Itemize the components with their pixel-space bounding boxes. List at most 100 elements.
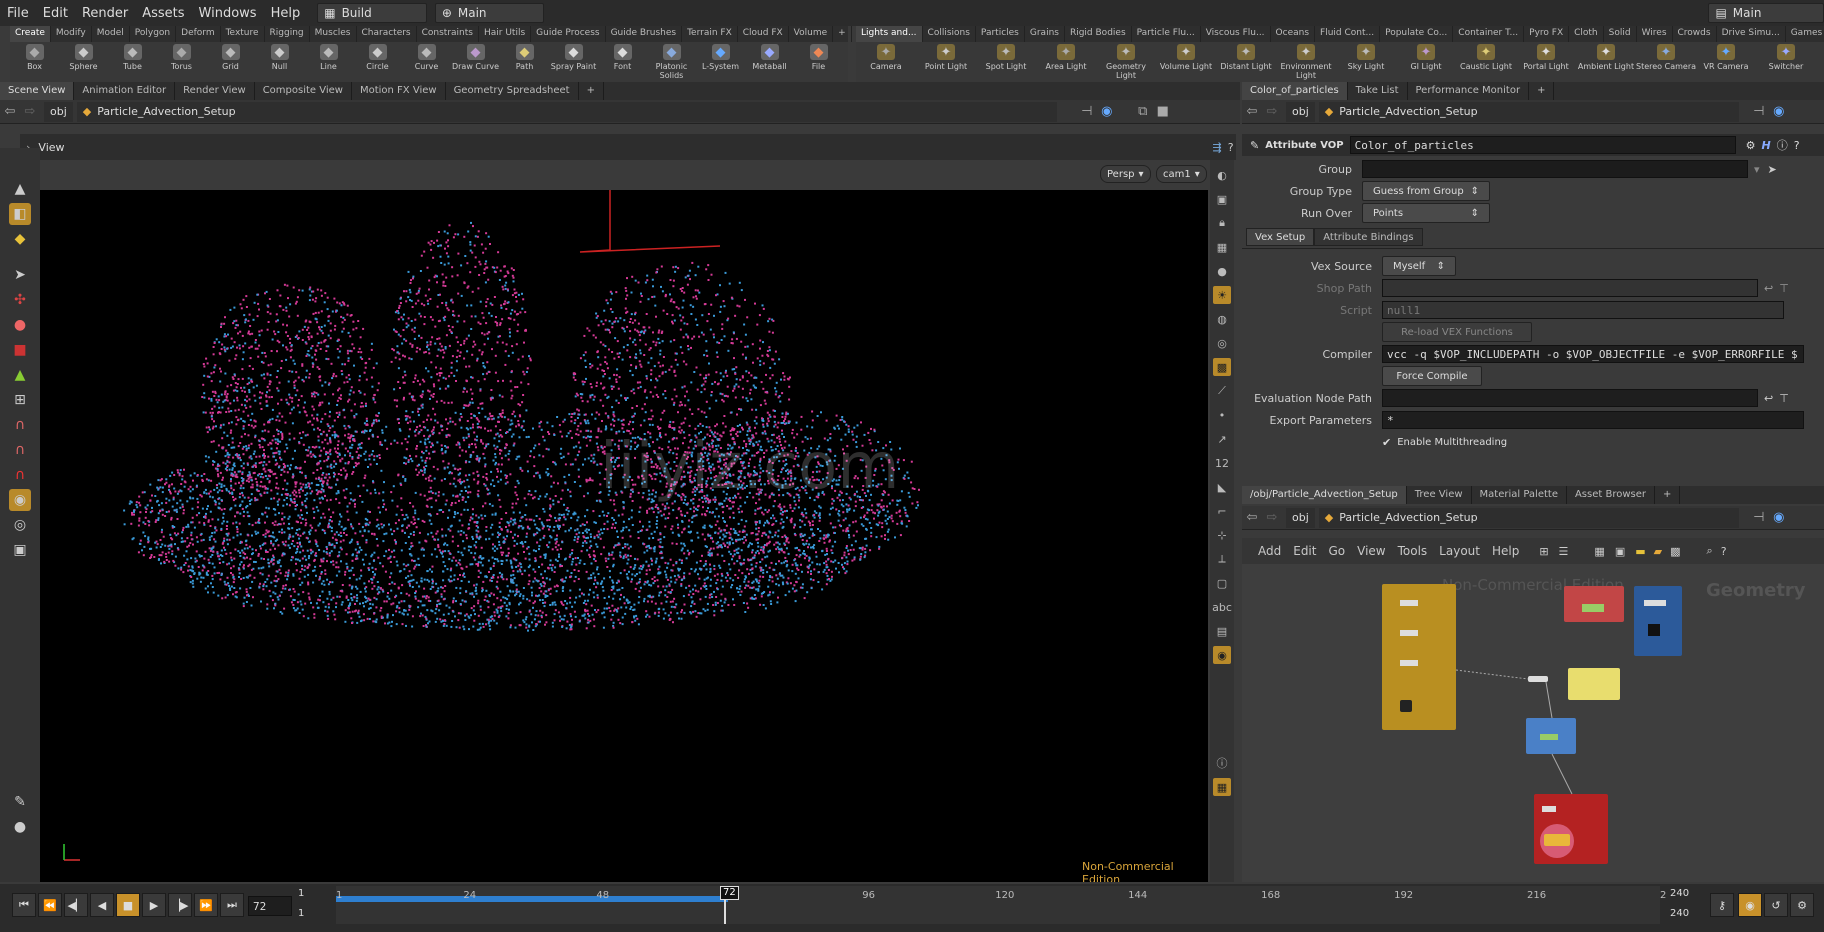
render-region-icon[interactable]: ▣ (9, 539, 31, 561)
pin-icon[interactable]: ⊣ (1077, 104, 1097, 119)
geometry-icon[interactable]: ▣ (1213, 190, 1231, 208)
path-obj[interactable]: obj (44, 101, 73, 122)
tool-spray-paint[interactable]: ◆ Spray Paint (549, 42, 598, 82)
shelf-tab[interactable]: Crowds (1673, 26, 1717, 42)
shelf-tab[interactable]: Lights and... (856, 26, 923, 42)
shelf-tab[interactable]: Create (10, 26, 51, 42)
snapshot-icon[interactable]: ▦ (1213, 778, 1231, 796)
shelf-tab[interactable]: Constraints (417, 26, 479, 42)
tool-spot-light[interactable]: ✦ Spot Light (976, 42, 1036, 82)
numbers-icon[interactable]: 12 (1213, 454, 1231, 472)
image-icon[interactable]: ▩ (1670, 545, 1680, 558)
view-label[interactable]: View (38, 141, 64, 154)
shelf-tab[interactable]: Oceans (1271, 26, 1316, 42)
shelf-tab[interactable]: Volume (789, 26, 834, 42)
network-graph[interactable]: Non-Commercial Edition Geometry (1242, 564, 1824, 882)
jump-icon[interactable]: ↩ (1764, 282, 1773, 295)
tab-animation-editor[interactable]: Animation Editor (74, 82, 176, 100)
shelf-tab[interactable]: Wires (1637, 26, 1673, 42)
force-compile-button[interactable]: Force Compile (1382, 366, 1482, 386)
magnet-icon[interactable]: ∩ (9, 414, 31, 436)
add-tab-button[interactable]: + (579, 82, 604, 100)
main-select[interactable]: ⊕ Main (434, 3, 545, 23)
tab-geometry-spreadsheet[interactable]: Geometry Spreadsheet (446, 82, 579, 100)
tab-color-of-particles[interactable]: Color_of_particles (1242, 82, 1348, 100)
link-icon[interactable]: ◉ (1769, 104, 1789, 119)
select-arrow-icon[interactable]: ➤ (9, 264, 31, 286)
shelf-tab[interactable]: Grains (1025, 26, 1065, 42)
snap-icon[interactable]: ∩ (9, 439, 31, 461)
menu-edit[interactable]: Edit (1293, 544, 1316, 558)
tool-path[interactable]: ◆ Path (500, 42, 549, 82)
tool-distant-light[interactable]: ✦ Distant Light (1216, 42, 1276, 82)
menu-tools[interactable]: Tools (1398, 544, 1428, 558)
node-select-icon[interactable]: ⊤ (1779, 392, 1789, 405)
pane-options-icon[interactable]: ⧉ (1133, 104, 1153, 119)
shelf-tab[interactable]: Texture (221, 26, 265, 42)
edge-icon[interactable]: ⌐ (1213, 502, 1231, 520)
move-icon[interactable]: ✣ (9, 289, 31, 311)
tab-attribute-bindings[interactable]: Attribute Bindings (1314, 228, 1423, 246)
link-icon[interactable]: ◉ (1097, 104, 1117, 119)
scene-viewport[interactable]: iiiyiz.com Non-Commercial Edition (40, 190, 1208, 882)
node-select-icon[interactable]: ⊤ (1779, 282, 1789, 295)
shelf-tab[interactable]: Collisions (923, 26, 976, 42)
back-arrow-icon[interactable]: ⇦ (1242, 510, 1262, 525)
right-main-select[interactable]: ▤ Main (1708, 3, 1824, 23)
tab-scene-view[interactable]: Scene View (0, 82, 75, 100)
menu-assets[interactable]: Assets (135, 6, 191, 21)
tag-icon[interactable]: ◆ (9, 228, 31, 250)
help-icon[interactable]: ? (1228, 141, 1234, 154)
loop-icon[interactable]: ↺ (1764, 893, 1788, 917)
folder-icon[interactable]: ▰ (1654, 545, 1662, 558)
step-back-icon[interactable]: ◀▏ (64, 893, 88, 917)
paint-icon[interactable]: ✎ (9, 791, 31, 813)
shading-icon[interactable]: ▩ (1213, 358, 1231, 376)
tab-tree-view[interactable]: Tree View (1407, 486, 1472, 504)
abc-icon[interactable]: abc (1212, 598, 1232, 616)
grid-icon[interactable]: ⊞ (1539, 545, 1548, 558)
tool-torus[interactable]: ◆ Torus (157, 42, 206, 82)
help-h-icon[interactable]: H (1761, 139, 1770, 152)
reload-vex-button[interactable]: Re-load VEX Functions (1382, 322, 1532, 342)
checkbox-checked-icon[interactable]: ✔ (1382, 436, 1391, 449)
export-field[interactable]: * (1382, 411, 1804, 429)
tab-vex-setup[interactable]: Vex Setup (1246, 228, 1315, 246)
snap-grid-icon[interactable]: ⊞ (9, 389, 31, 411)
display-icon[interactable]: ◐ (1213, 166, 1231, 184)
list-icon[interactable]: ☰ (1559, 545, 1569, 558)
tool-environment-light[interactable]: ✦ Environment Light (1276, 42, 1336, 82)
tool-gi-light[interactable]: ✦ GI Light (1396, 42, 1456, 82)
shelf-tab[interactable]: Polygon (130, 26, 177, 42)
menu-render[interactable]: Render (75, 6, 135, 21)
tab-motion-fx-view[interactable]: Motion FX View (352, 82, 446, 100)
eval-path-field[interactable] (1382, 389, 1758, 407)
gear-icon[interactable]: ⚙ (1746, 139, 1756, 152)
jump-start-icon[interactable]: ⏮ (12, 893, 36, 917)
jump-icon[interactable]: ↩ (1764, 392, 1773, 405)
tool-l-system[interactable]: ◆ L-System (696, 42, 745, 82)
tool-sphere[interactable]: ◆ Sphere (59, 42, 108, 82)
key-icon[interactable]: ⚷ (1710, 893, 1734, 917)
path-node[interactable]: ◆ Particle_Advection_Setup (1318, 101, 1739, 122)
tab-performance-monitor[interactable]: Performance Monitor (1408, 82, 1530, 100)
tool-caustic-light[interactable]: ✦ Caustic Light (1456, 42, 1516, 82)
tab-composite-view[interactable]: Composite View (255, 82, 352, 100)
add-shelf-tab-button[interactable]: + (833, 26, 852, 42)
normals-icon[interactable]: ↗ (1213, 430, 1231, 448)
tab-network-path[interactable]: /obj/Particle_Advection_Setup (1242, 486, 1407, 504)
menu-layout[interactable]: Layout (1439, 544, 1480, 558)
tool-camera[interactable]: ✦ Camera (856, 42, 916, 82)
tool-grid[interactable]: ◆ Grid (206, 42, 255, 82)
wire-icon[interactable]: ⟋ (1213, 382, 1231, 400)
start-frame[interactable]: 1 (298, 888, 304, 899)
jump-end-icon[interactable]: ⏭ (220, 893, 244, 917)
box-icon[interactable]: ▢ (1213, 574, 1231, 592)
forward-arrow-icon[interactable]: ⇨ (1262, 510, 1282, 525)
pin-icon[interactable]: ⊣ (1749, 104, 1769, 119)
tool-platonic-solids[interactable]: ◆ Platonic Solids (647, 42, 696, 82)
shop-path-field[interactable] (1382, 279, 1758, 297)
vertex-icon[interactable]: ◣ (1213, 478, 1231, 496)
shelf-tab[interactable]: Rigid Bodies (1065, 26, 1132, 42)
shelf-tab[interactable]: Cloth (1569, 26, 1604, 42)
